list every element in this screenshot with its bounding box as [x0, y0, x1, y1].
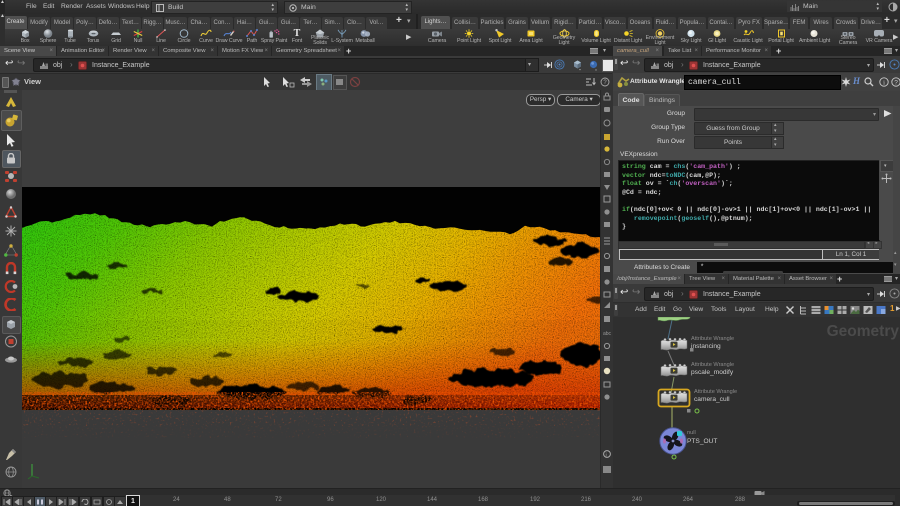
svg-text:instancing: instancing — [691, 343, 721, 350]
svg-text:camera_cull: camera_cull — [694, 396, 730, 403]
svg-text:PTS_OUT: PTS_OUT — [687, 438, 717, 445]
svg-text:i: i — [883, 80, 885, 87]
svg-text:Geometry: Geometry — [827, 323, 900, 340]
svg-text:null: null — [687, 430, 696, 436]
svg-text:abc: abc — [603, 331, 612, 337]
svg-text:Attribute Wrangle: Attribute Wrangle — [691, 362, 734, 368]
svg-text:Attribute Wrangle: Attribute Wrangle — [694, 389, 737, 395]
svg-text:?: ? — [894, 80, 898, 87]
svg-text:i: i — [606, 453, 607, 459]
svg-text:pscale_modify: pscale_modify — [691, 369, 734, 376]
svg-text:Attribute Wrangle: Attribute Wrangle — [691, 336, 734, 342]
